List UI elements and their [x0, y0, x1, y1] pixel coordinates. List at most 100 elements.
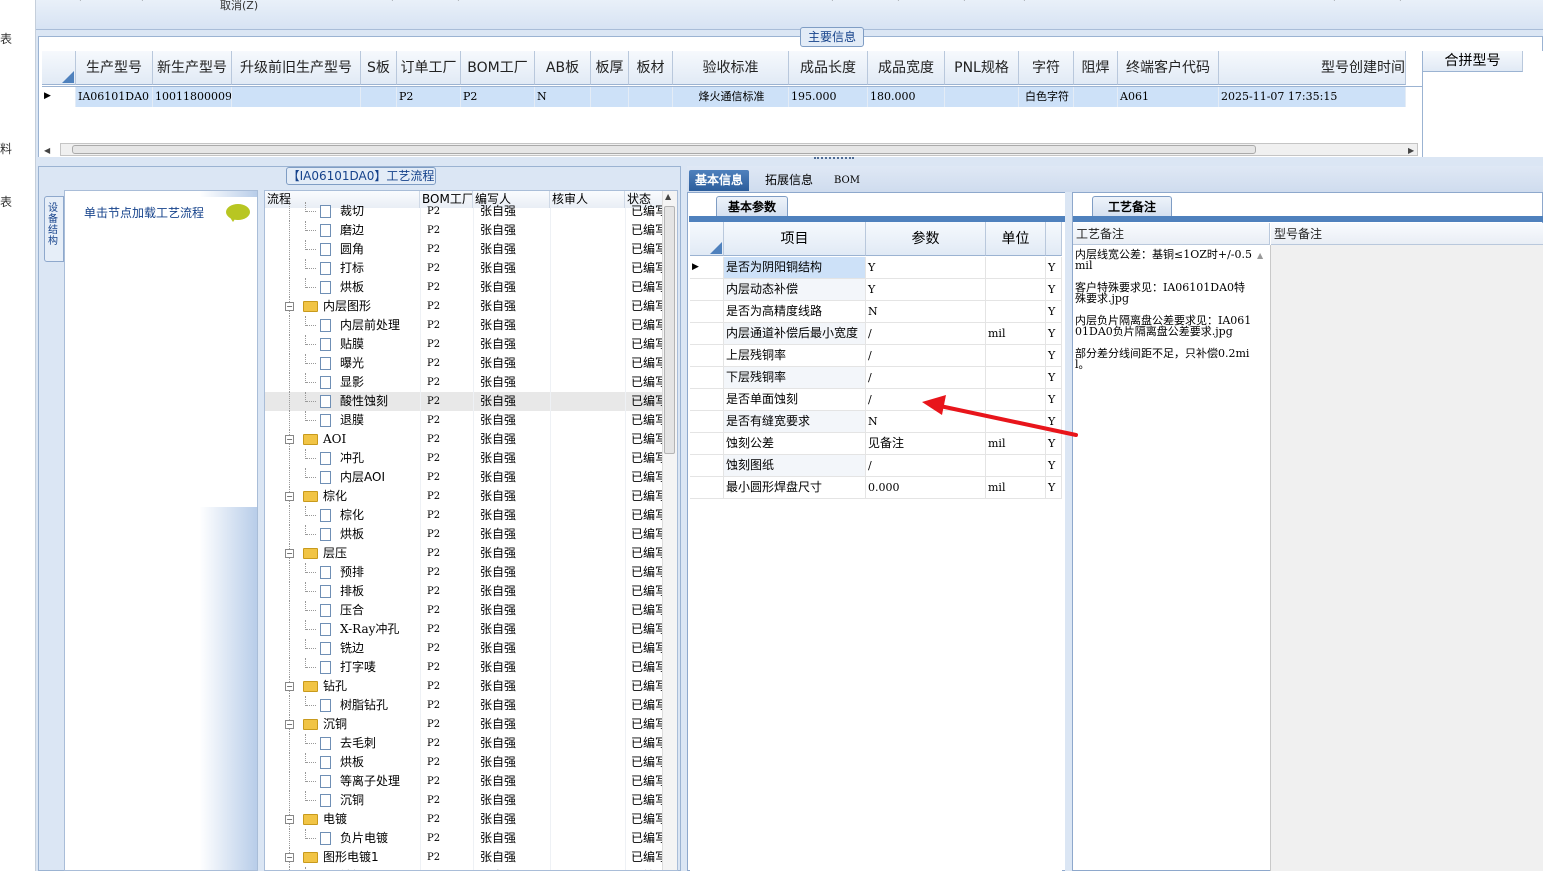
tree-row[interactable]: 铣边 P2 张自强 已编写 [265, 639, 665, 658]
tree-row[interactable]: X-Ray冲孔 P2 张自强 已编写 [265, 620, 665, 639]
tree-node-label[interactable]: 棕化 [323, 487, 347, 506]
tree-row[interactable]: 预排 P2 张自强 已编写 [265, 563, 665, 582]
tree-node-label[interactable]: 酸性蚀刻 [340, 392, 388, 411]
tree-row[interactable]: 烘板 P2 张自强 已编写 [265, 753, 665, 772]
process-notes-text[interactable]: 内层线宽公差：基铜≤1OZ时+/-0.5mil 客户特殊要求见：IA06101D… [1075, 249, 1255, 370]
node-loader-panel[interactable] [64, 190, 258, 871]
row-header[interactable] [690, 389, 724, 410]
tree-node-label[interactable]: 打标 [340, 259, 364, 278]
tree-row[interactable]: 镀铜 P2 张自强 已编写 [265, 867, 665, 870]
grid-header[interactable]: AB板 [535, 51, 591, 85]
tree-row[interactable]: 内层前处理 P2 张自强 已编写 [265, 316, 665, 335]
tree-row[interactable]: − 棕化 P2 张自强 已编写 [265, 487, 665, 506]
tree-node-label[interactable]: 镀铜 [340, 867, 364, 870]
tree-row[interactable]: − AOI P2 张自强 已编写 [265, 430, 665, 449]
tree-row[interactable]: 排板 P2 张自强 已编写 [265, 582, 665, 601]
param-row[interactable]: 蚀刻公差 见备注 mil Y [690, 433, 1062, 455]
tree-node-label[interactable]: 烘板 [340, 525, 364, 544]
chevron-down-icon[interactable]: ▾ [140, 0, 145, 4]
scroll-up-icon[interactable]: ▲ [665, 192, 671, 201]
device-structure-tab[interactable]: 设备结构 [44, 196, 64, 262]
grid-cell[interactable]: 180.000 [868, 86, 945, 107]
tree-row[interactable]: 裁切 P2 张自强 已编写 [265, 202, 665, 221]
param-value[interactable]: / [866, 345, 986, 366]
row-header[interactable] [690, 301, 724, 322]
row-header[interactable] [690, 367, 724, 388]
tree-row[interactable]: 冲孔 P2 张自强 已编写 [265, 449, 665, 468]
tree-node-label[interactable]: 沉铜 [323, 715, 347, 734]
param-header-unit[interactable]: 单位 [986, 222, 1046, 256]
grid-cell[interactable]: IA06101DA0 [76, 86, 153, 107]
collapse-icon[interactable]: − [285, 815, 294, 824]
tree-row[interactable]: 去毛刺 P2 张自强 已编写 [265, 734, 665, 753]
param-header-item[interactable]: 项目 [724, 222, 866, 256]
collapse-icon[interactable]: − [285, 682, 294, 691]
grid-cell[interactable]: P2 [461, 86, 535, 107]
tab-extended-info[interactable]: 拓展信息 [759, 170, 819, 191]
tree-node-label[interactable]: 棕化 [340, 506, 364, 525]
param-row[interactable]: 上层残铜率 / Y [690, 345, 1062, 367]
tree-node-label[interactable]: 圆角 [340, 240, 364, 259]
grid-header[interactable]: 板厚 [591, 51, 629, 85]
grid-corner[interactable] [42, 51, 76, 85]
tree-node-label[interactable]: 去毛刺 [340, 734, 376, 753]
grid-header[interactable]: PNL规格 [945, 51, 1019, 85]
tree-row[interactable]: 打标 P2 张自强 已编写 [265, 259, 665, 278]
tree-scroll-thumb[interactable] [664, 206, 675, 454]
tree-node-label[interactable]: 内层AOI [340, 468, 385, 487]
tree-node-label[interactable]: 树脂钻孔 [340, 696, 388, 715]
grid-header[interactable]: 订单工厂 [397, 51, 461, 85]
notes-header-process[interactable]: 工艺备注 [1073, 223, 1270, 245]
param-row[interactable]: 是否为高精度线路 N Y [690, 301, 1062, 323]
tree-node-label[interactable]: 烘板 [340, 278, 364, 297]
grid-cell[interactable] [945, 86, 1019, 107]
param-value[interactable]: / [866, 455, 986, 476]
tree-row[interactable]: 等离子处理 P2 张自强 已编写 [265, 772, 665, 791]
tree-row[interactable]: 负片电镀 P2 张自强 已编写 [265, 829, 665, 848]
param-value[interactable]: / [866, 323, 986, 344]
tree-node-label[interactable]: 打字唛 [340, 658, 376, 677]
grid-header[interactable]: 阻焊 [1074, 51, 1118, 85]
param-value[interactable]: Y [866, 257, 986, 278]
chevron-down-icon[interactable]: ▾ [1398, 0, 1403, 4]
param-value[interactable]: 见备注 [866, 433, 986, 454]
tree-row[interactable]: − 沉铜 P2 张自强 已编写 [265, 715, 665, 734]
row-header[interactable] [690, 455, 724, 476]
grid-header[interactable]: 生产型号 [76, 51, 153, 85]
row-header[interactable] [690, 323, 724, 344]
grid-cell[interactable]: 白色字符 [1019, 86, 1074, 107]
tab-bom[interactable]: BOM [828, 170, 866, 191]
splitter-grip-icon[interactable] [814, 157, 854, 160]
param-value[interactable]: N [866, 411, 986, 432]
param-row[interactable]: 蚀刻图纸 / Y [690, 455, 1062, 477]
row-indicator-icon[interactable]: ▶ [690, 257, 724, 278]
grid-cell[interactable] [361, 86, 397, 107]
grid-header[interactable]: 字符 [1019, 51, 1074, 85]
tree-node-label[interactable]: 贴膜 [340, 335, 364, 354]
grid-cell[interactable]: 10011800009116 [153, 86, 232, 107]
grid-cell[interactable] [629, 86, 673, 107]
chevron-down-icon[interactable]: ▾ [896, 0, 901, 4]
collapse-icon[interactable]: − [285, 492, 294, 501]
chevron-down-icon[interactable]: ▾ [830, 0, 835, 4]
tree-node-label[interactable]: 图形电镀1 [323, 848, 379, 867]
grid-header[interactable]: BOM工厂 [461, 51, 535, 85]
grid-cell[interactable] [591, 86, 629, 107]
tab-basic-params[interactable]: 基本参数 [716, 196, 788, 217]
tree-node-label[interactable]: 冲孔 [340, 449, 364, 468]
tab-process-notes[interactable]: 工艺备注 [1092, 196, 1172, 217]
tree-row[interactable]: 显影 P2 张自强 已编写 [265, 373, 665, 392]
tree-row[interactable]: 贴膜 P2 张自强 已编写 [265, 335, 665, 354]
tree-row[interactable]: 内层AOI P2 张自强 已编写 [265, 468, 665, 487]
collapse-icon[interactable]: − [285, 853, 294, 862]
tree-node-label[interactable]: 磨边 [340, 221, 364, 240]
tree-row[interactable]: − 钻孔 P2 张自强 已编写 [265, 677, 665, 696]
grid-header[interactable]: 成品长度 [789, 51, 868, 85]
tree-node-label[interactable]: 烘板 [340, 753, 364, 772]
param-value[interactable]: 0.000 [866, 477, 986, 498]
tree-node-label[interactable]: 排板 [340, 582, 364, 601]
chevron-down-icon[interactable]: ▾ [390, 0, 395, 4]
tree-node-label[interactable]: X-Ray冲孔 [340, 620, 399, 639]
tree-node-label[interactable]: 等离子处理 [340, 772, 400, 791]
row-header[interactable] [690, 477, 724, 498]
